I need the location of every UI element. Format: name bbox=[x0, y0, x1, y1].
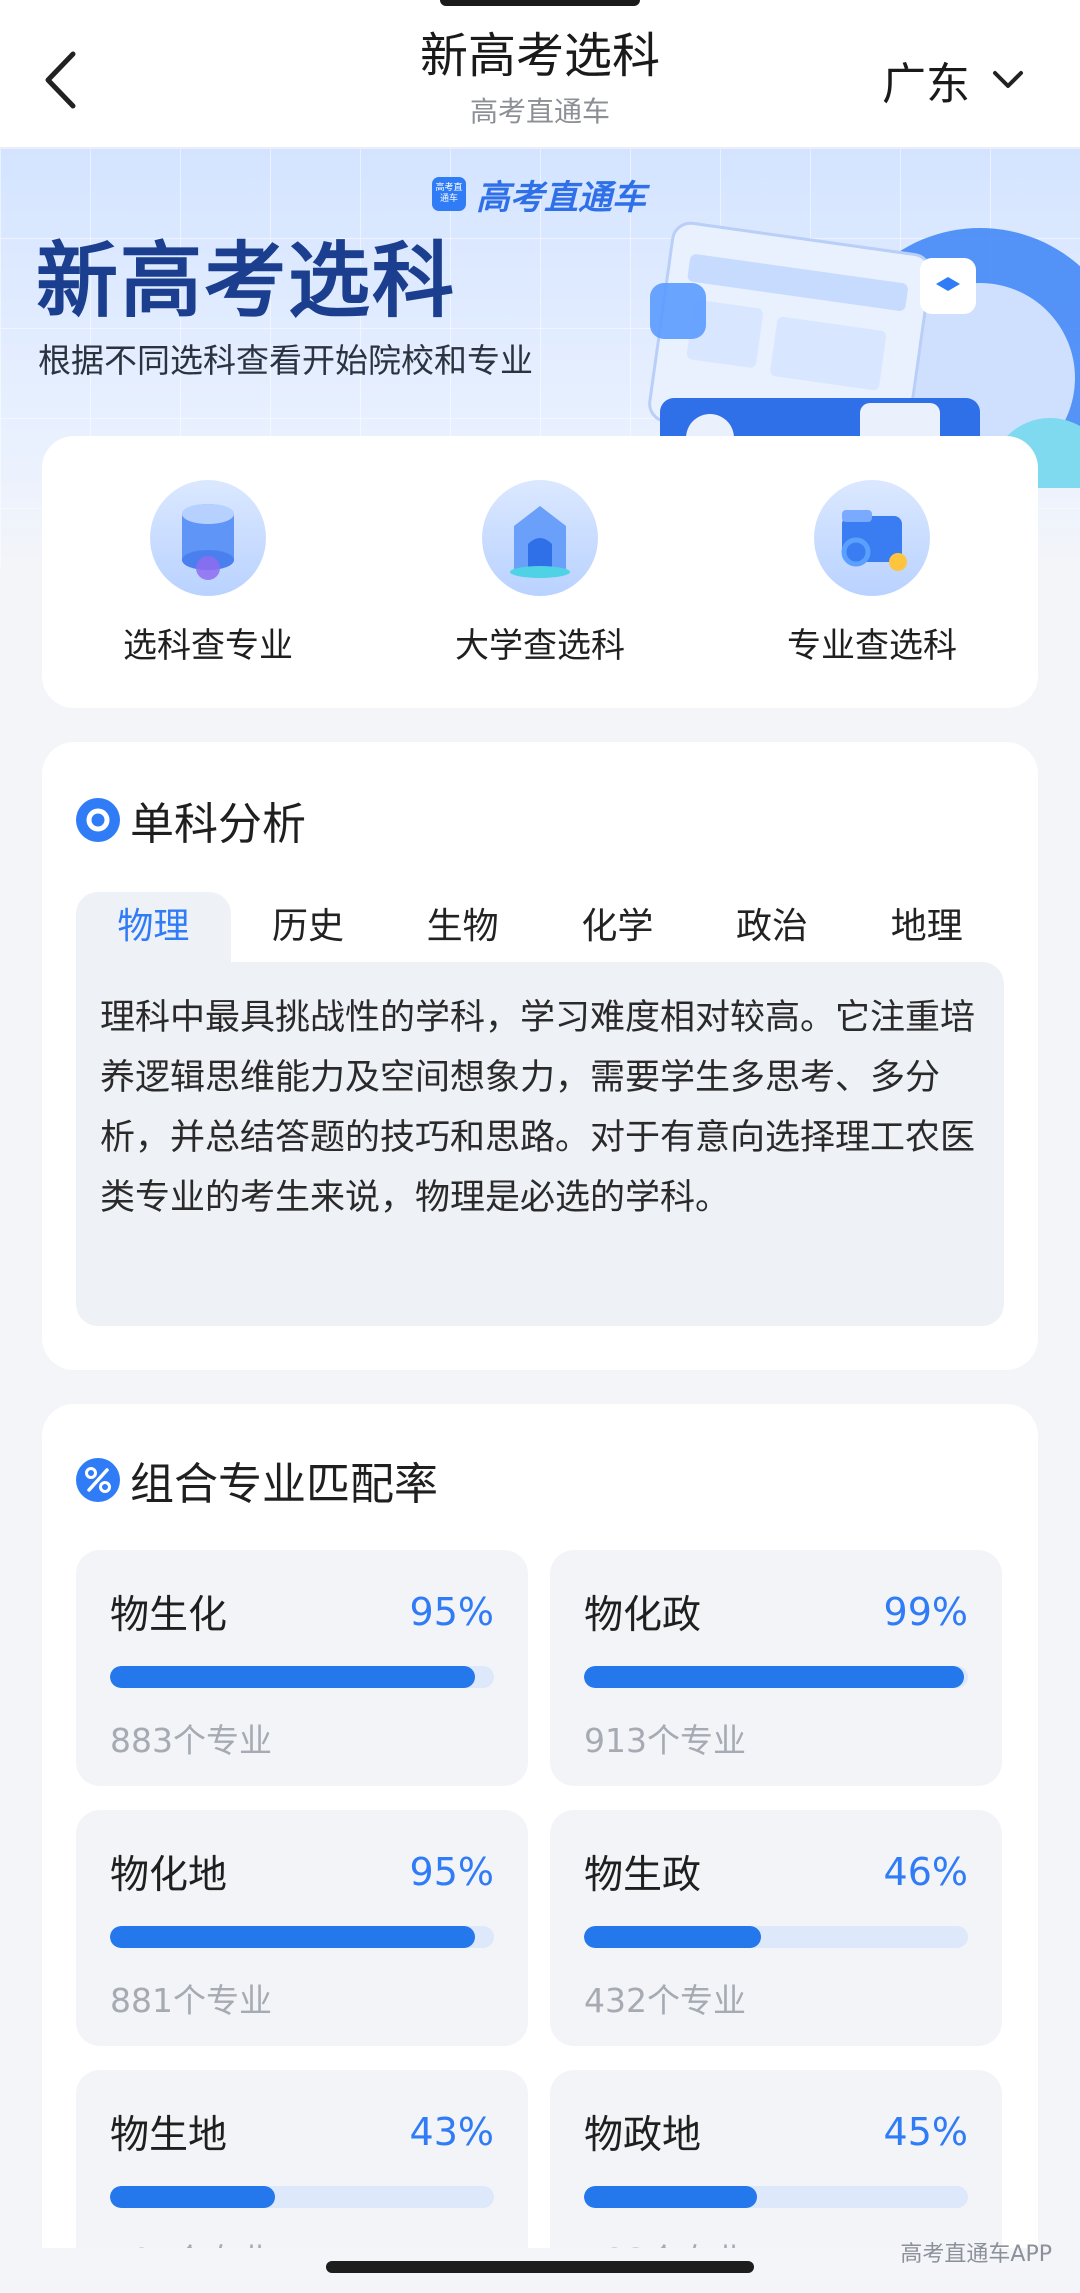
combo-name: 物政地 bbox=[584, 2113, 702, 2158]
combo-name: 物生化 bbox=[110, 1593, 228, 1638]
progress-fill bbox=[110, 1666, 475, 1688]
combo-item[interactable]: 物化政 99% 913个专业 bbox=[550, 1550, 1002, 1786]
quick-icon-wrap bbox=[150, 480, 266, 596]
cylinder-icon bbox=[182, 504, 234, 580]
combo-rate: 95% bbox=[409, 1850, 494, 1894]
region-label: 广东 bbox=[882, 59, 970, 110]
quick-label: 大学查选科 bbox=[455, 626, 625, 666]
progress-bar bbox=[584, 1666, 968, 1688]
subject-description: 理科中最具挑战性的学科，学习难度相对较高。它注重培养逻辑思维能力及空间想象力，需… bbox=[76, 962, 1004, 1326]
quick-item-major-to-subject[interactable]: 专业查选科 bbox=[706, 436, 1038, 708]
tab-physics[interactable]: 物理 bbox=[76, 892, 231, 962]
tab-geography[interactable]: 地理 bbox=[849, 892, 1004, 962]
single-subject-card: 单科分析 物理 历史 生物 化学 政治 地理 理科中最具挑战性的学科，学习难度相… bbox=[42, 742, 1038, 1370]
building-icon bbox=[510, 506, 570, 578]
combo-count: 881个专业 bbox=[110, 1981, 272, 2020]
progress-bar bbox=[584, 1926, 968, 1948]
camera-notch bbox=[440, 0, 640, 6]
progress-bar bbox=[110, 1666, 494, 1688]
folder-search-icon bbox=[841, 510, 907, 571]
combo-name: 物化地 bbox=[110, 1853, 228, 1898]
section-title: 单科分析 bbox=[130, 799, 306, 850]
quick-entry-card: 选科查专业 大学查选科 专业查选科 bbox=[42, 436, 1038, 708]
progress-fill bbox=[110, 1926, 475, 1948]
combo-row: 物生化 95% bbox=[110, 1584, 494, 1640]
home-indicator[interactable] bbox=[326, 2261, 754, 2273]
progress-fill bbox=[584, 1666, 965, 1688]
quick-item-subject-to-major[interactable]: 选科查专业 bbox=[42, 436, 374, 708]
tab-biology[interactable]: 生物 bbox=[385, 892, 540, 962]
tab-politics[interactable]: 政治 bbox=[695, 892, 850, 962]
subject-tabs: 物理 历史 生物 化学 政治 地理 bbox=[76, 892, 1004, 962]
brand-mark-icon: 高考直通车 bbox=[432, 177, 466, 211]
combo-row: 物政地 45% bbox=[584, 2104, 968, 2160]
section-header: 组合专业匹配率 bbox=[76, 1448, 1004, 1512]
quick-label: 专业查选科 bbox=[787, 626, 957, 666]
combo-count: 913个专业 bbox=[584, 1721, 746, 1760]
section-header: 单科分析 bbox=[76, 788, 1004, 852]
combo-rate: 99% bbox=[883, 1590, 968, 1634]
combo-item[interactable]: 物化地 95% 881个专业 bbox=[76, 1810, 528, 2046]
chevron-down-icon bbox=[993, 71, 1023, 88]
combo-item[interactable]: 物生化 95% 883个专业 bbox=[76, 1550, 528, 1786]
hero-title: 新高考选科 bbox=[36, 234, 457, 329]
quick-icon-wrap bbox=[482, 480, 598, 596]
progress-bar bbox=[110, 2186, 494, 2208]
combo-row: 物生地 43% bbox=[110, 2104, 494, 2160]
progress-fill bbox=[584, 1926, 761, 1948]
top-nav-bar: 新高考选科 高考直通车 广东 bbox=[0, 0, 1080, 148]
hero-subtitle: 根据不同选科查看开始院校和专业 bbox=[38, 341, 533, 380]
tab-history[interactable]: 历史 bbox=[231, 892, 386, 962]
progress-fill bbox=[584, 2186, 757, 2208]
combo-rate: 43% bbox=[409, 2110, 494, 2154]
combo-row: 物生政 46% bbox=[584, 1844, 968, 1900]
quick-item-university-to-subject[interactable]: 大学查选科 bbox=[374, 436, 706, 708]
section-title: 组合专业匹配率 bbox=[130, 1459, 438, 1510]
combo-item[interactable]: 物生政 46% 432个专业 bbox=[550, 1810, 1002, 2046]
combo-count: 883个专业 bbox=[110, 1721, 272, 1760]
progress-fill bbox=[110, 2186, 276, 2208]
combo-name: 物生政 bbox=[584, 1853, 702, 1898]
progress-bar bbox=[110, 1926, 494, 1948]
combo-name: 物生地 bbox=[110, 2113, 228, 2158]
quick-icon-wrap bbox=[814, 480, 930, 596]
combo-rate: 95% bbox=[409, 1590, 494, 1634]
combo-grid: 物生化 95% 883个专业 物化政 99% 913个专业 物化地 95% 88… bbox=[76, 1550, 1004, 2293]
combo-row: 物化地 95% bbox=[110, 1844, 494, 1900]
combo-rate: 46% bbox=[883, 1850, 968, 1894]
combo-match-card: 组合专业匹配率 物生化 95% 883个专业 物化政 99% 913个专业 物化… bbox=[42, 1404, 1038, 2293]
combo-row: 物化政 99% bbox=[584, 1584, 968, 1640]
target-icon bbox=[76, 798, 120, 842]
combo-name: 物化政 bbox=[584, 1593, 702, 1638]
quick-label: 选科查专业 bbox=[123, 626, 293, 666]
watermark: 高考直通车APP bbox=[900, 2242, 1052, 2267]
combo-rate: 45% bbox=[883, 2110, 968, 2154]
percent-icon bbox=[76, 1458, 120, 1502]
combo-count: 432个专业 bbox=[584, 1981, 746, 2020]
progress-bar bbox=[584, 2186, 968, 2208]
tab-chemistry[interactable]: 化学 bbox=[540, 892, 695, 962]
region-selector[interactable]: 广东 bbox=[882, 50, 1024, 110]
